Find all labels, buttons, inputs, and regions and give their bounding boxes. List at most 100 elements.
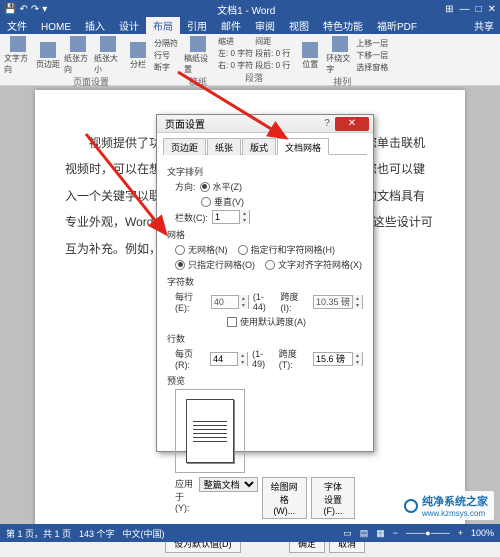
status-bar: 第 1 页，共 1 页 143 个字 中文(中国) ▭ ▤ ▦ − ───●──… [0, 524, 500, 542]
title-bar: 💾 ↶ ↷ ▾ 文档1 - Word ⊞ — □ ✕ [0, 0, 500, 18]
ribbon: 文字方向 页边距 纸张方向 纸张大小 分栏 分隔符 行号 断字 页面设置 稿纸设… [0, 34, 500, 86]
view-web-icon[interactable]: ▦ [376, 528, 385, 539]
tab-special[interactable]: 特色功能 [316, 17, 370, 34]
chars-pitch-spinner[interactable]: ▴▾ [313, 295, 363, 309]
share-button[interactable]: 共享 [468, 17, 500, 34]
section-text-arrange: 文字排列 [167, 165, 363, 178]
dialog-close-icon[interactable]: ✕ [335, 117, 369, 131]
minimize-icon[interactable]: — [460, 4, 470, 15]
lines-pitch-label: 跨度(T): [279, 347, 309, 370]
dialog-tab-margins[interactable]: 页边距 [163, 138, 206, 155]
radio-grid-char-align[interactable]: 文字对齐字符网格(X) [265, 258, 362, 271]
qat: 💾 ↶ ↷ ▾ [4, 4, 47, 15]
section-chars: 字符数 [167, 275, 363, 288]
tab-review[interactable]: 审阅 [248, 17, 282, 34]
dialog-titlebar[interactable]: 页面设置 ? ✕ [157, 115, 373, 133]
draft-settings-button[interactable]: 稿纸设置 [184, 36, 212, 75]
watermark-url: www.kzmsys.com [422, 509, 488, 518]
spacing-before-row[interactable]: 段前: 0 行 [255, 48, 290, 59]
zoom-out-icon[interactable]: − [393, 528, 398, 538]
dialog-title: 页面设置 [161, 116, 319, 131]
view-read-icon[interactable]: ▭ [343, 528, 352, 539]
close-icon[interactable]: ✕ [488, 4, 496, 15]
chars-per-line-spinner[interactable]: ▴▾ [211, 295, 249, 309]
lines-per-page-label: 每页(R): [175, 347, 206, 370]
group-label-paragraph: 段落 [245, 71, 263, 84]
dialog-tab-layout[interactable]: 版式 [242, 138, 276, 155]
text-direction-button[interactable]: 文字方向 [4, 36, 32, 75]
zoom-level[interactable]: 100% [471, 528, 494, 538]
tab-mailings[interactable]: 邮件 [214, 17, 248, 34]
tab-home[interactable]: HOME [34, 21, 78, 34]
watermark: 纯净系统之家 www.kzmsys.com [398, 491, 494, 520]
chars-pitch-label: 跨度(I): [281, 290, 309, 313]
redo-icon[interactable]: ↷ [31, 4, 39, 15]
margins-button[interactable]: 页边距 [34, 42, 62, 70]
ribbon-group-arrange: 位置 环绕文字 上移一层 下移一层 选择窗格 排列 [296, 36, 388, 83]
status-page[interactable]: 第 1 页，共 1 页 [6, 527, 71, 540]
apply-to-label: 应用于(Y): [175, 477, 195, 519]
radio-vertical[interactable]: 垂直(V) [201, 195, 244, 208]
tab-view[interactable]: 视图 [282, 17, 316, 34]
zoom-slider[interactable]: ───●─── [406, 528, 450, 538]
send-backward-button[interactable]: 下移一层 [356, 50, 388, 61]
ribbon-group-paragraph: 缩进 左: 0 字符 右: 0 字符 间距 段前: 0 行 段后: 0 行 段落 [218, 36, 290, 83]
columns-label: 栏数(C): [175, 211, 208, 224]
wrap-text-button[interactable]: 环绕文字 [326, 36, 354, 75]
apply-to-select[interactable]: 整篇文档 [199, 477, 258, 492]
chars-range: (1-44) [253, 292, 277, 312]
tab-references[interactable]: 引用 [180, 17, 214, 34]
checkbox-default-pitch[interactable]: 使用默认跨度(A) [227, 315, 306, 328]
lines-range: (1-49) [252, 349, 275, 369]
section-preview: 预览 [167, 374, 363, 387]
indent-header: 缩进 [218, 36, 253, 47]
ribbon-tabs: 文件 HOME 插入 设计 布局 引用 邮件 审阅 视图 特色功能 福昕PDF … [0, 18, 500, 34]
tab-layout[interactable]: 布局 [146, 17, 180, 34]
ribbon-options-icon[interactable]: ⊞ [445, 4, 453, 15]
dialog-help-icon[interactable]: ? [319, 118, 335, 129]
radio-grid-char-line[interactable]: 指定行和字符网格(H) [238, 243, 336, 256]
dialog-body: 文字排列 方向: 水平(Z) 垂直(V) 栏数(C): ▴▾ 网格 无网格(N)… [157, 155, 373, 529]
tab-design[interactable]: 设计 [112, 17, 146, 34]
preview-box [175, 389, 245, 473]
size-button[interactable]: 纸张大小 [94, 36, 122, 75]
tab-insert[interactable]: 插入 [78, 17, 112, 34]
ribbon-group-draft: 稿纸设置 稿纸 [184, 36, 212, 83]
lines-pitch-spinner[interactable]: ▴▾ [313, 352, 363, 366]
tab-file[interactable]: 文件 [0, 17, 34, 34]
status-lang[interactable]: 中文(中国) [123, 527, 165, 540]
columns-spinner[interactable]: ▴▾ [212, 210, 250, 224]
maximize-icon[interactable]: □ [476, 4, 482, 15]
tab-pdf[interactable]: 福昕PDF [370, 17, 424, 34]
selection-pane-button[interactable]: 选择窗格 [356, 62, 388, 73]
indent-left-row[interactable]: 左: 0 字符 [218, 48, 253, 59]
radio-grid-none[interactable]: 无网格(N) [175, 243, 228, 256]
columns-button[interactable]: 分栏 [124, 42, 152, 70]
ribbon-group-page-setup: 文字方向 页边距 纸张方向 纸张大小 分栏 分隔符 行号 断字 页面设置 [4, 36, 178, 83]
position-button[interactable]: 位置 [296, 42, 324, 70]
view-print-icon[interactable]: ▤ [360, 528, 369, 539]
dialog-tab-grid[interactable]: 文档网格 [277, 138, 329, 155]
indent-right-row[interactable]: 右: 0 字符 [218, 60, 253, 71]
spacing-after-row[interactable]: 段后: 0 行 [255, 60, 290, 71]
undo-icon[interactable]: ↶ [19, 4, 27, 15]
chars-per-line-label: 每行(E): [175, 290, 207, 313]
radio-horizontal[interactable]: 水平(Z) [200, 180, 243, 193]
font-settings-button[interactable]: 字体设置(F)... [311, 477, 355, 519]
hyphenation-button[interactable]: 断字 [154, 62, 178, 73]
bring-forward-button[interactable]: 上移一层 [356, 38, 388, 49]
breaks-button[interactable]: 分隔符 [154, 38, 178, 49]
dialog-tab-paper[interactable]: 纸张 [207, 138, 241, 155]
save-icon[interactable]: 💾 [4, 4, 16, 15]
status-words[interactable]: 143 个字 [79, 527, 115, 540]
page-setup-dialog: 页面设置 ? ✕ 页边距 纸张 版式 文档网格 文字排列 方向: 水平(Z) 垂… [156, 114, 374, 452]
zoom-in-icon[interactable]: + [458, 528, 463, 538]
window-title: 文档1 - Word [47, 2, 445, 17]
spacing-header: 间距 [255, 36, 290, 47]
orientation-button[interactable]: 纸张方向 [64, 36, 92, 75]
window-controls: ⊞ — □ ✕ [445, 4, 496, 15]
draw-grid-button[interactable]: 绘图网格(W)... [262, 477, 307, 519]
line-numbers-button[interactable]: 行号 [154, 50, 178, 61]
radio-grid-line-only[interactable]: 只指定行网格(O) [175, 258, 255, 271]
lines-per-page-spinner[interactable]: ▴▾ [210, 352, 248, 366]
